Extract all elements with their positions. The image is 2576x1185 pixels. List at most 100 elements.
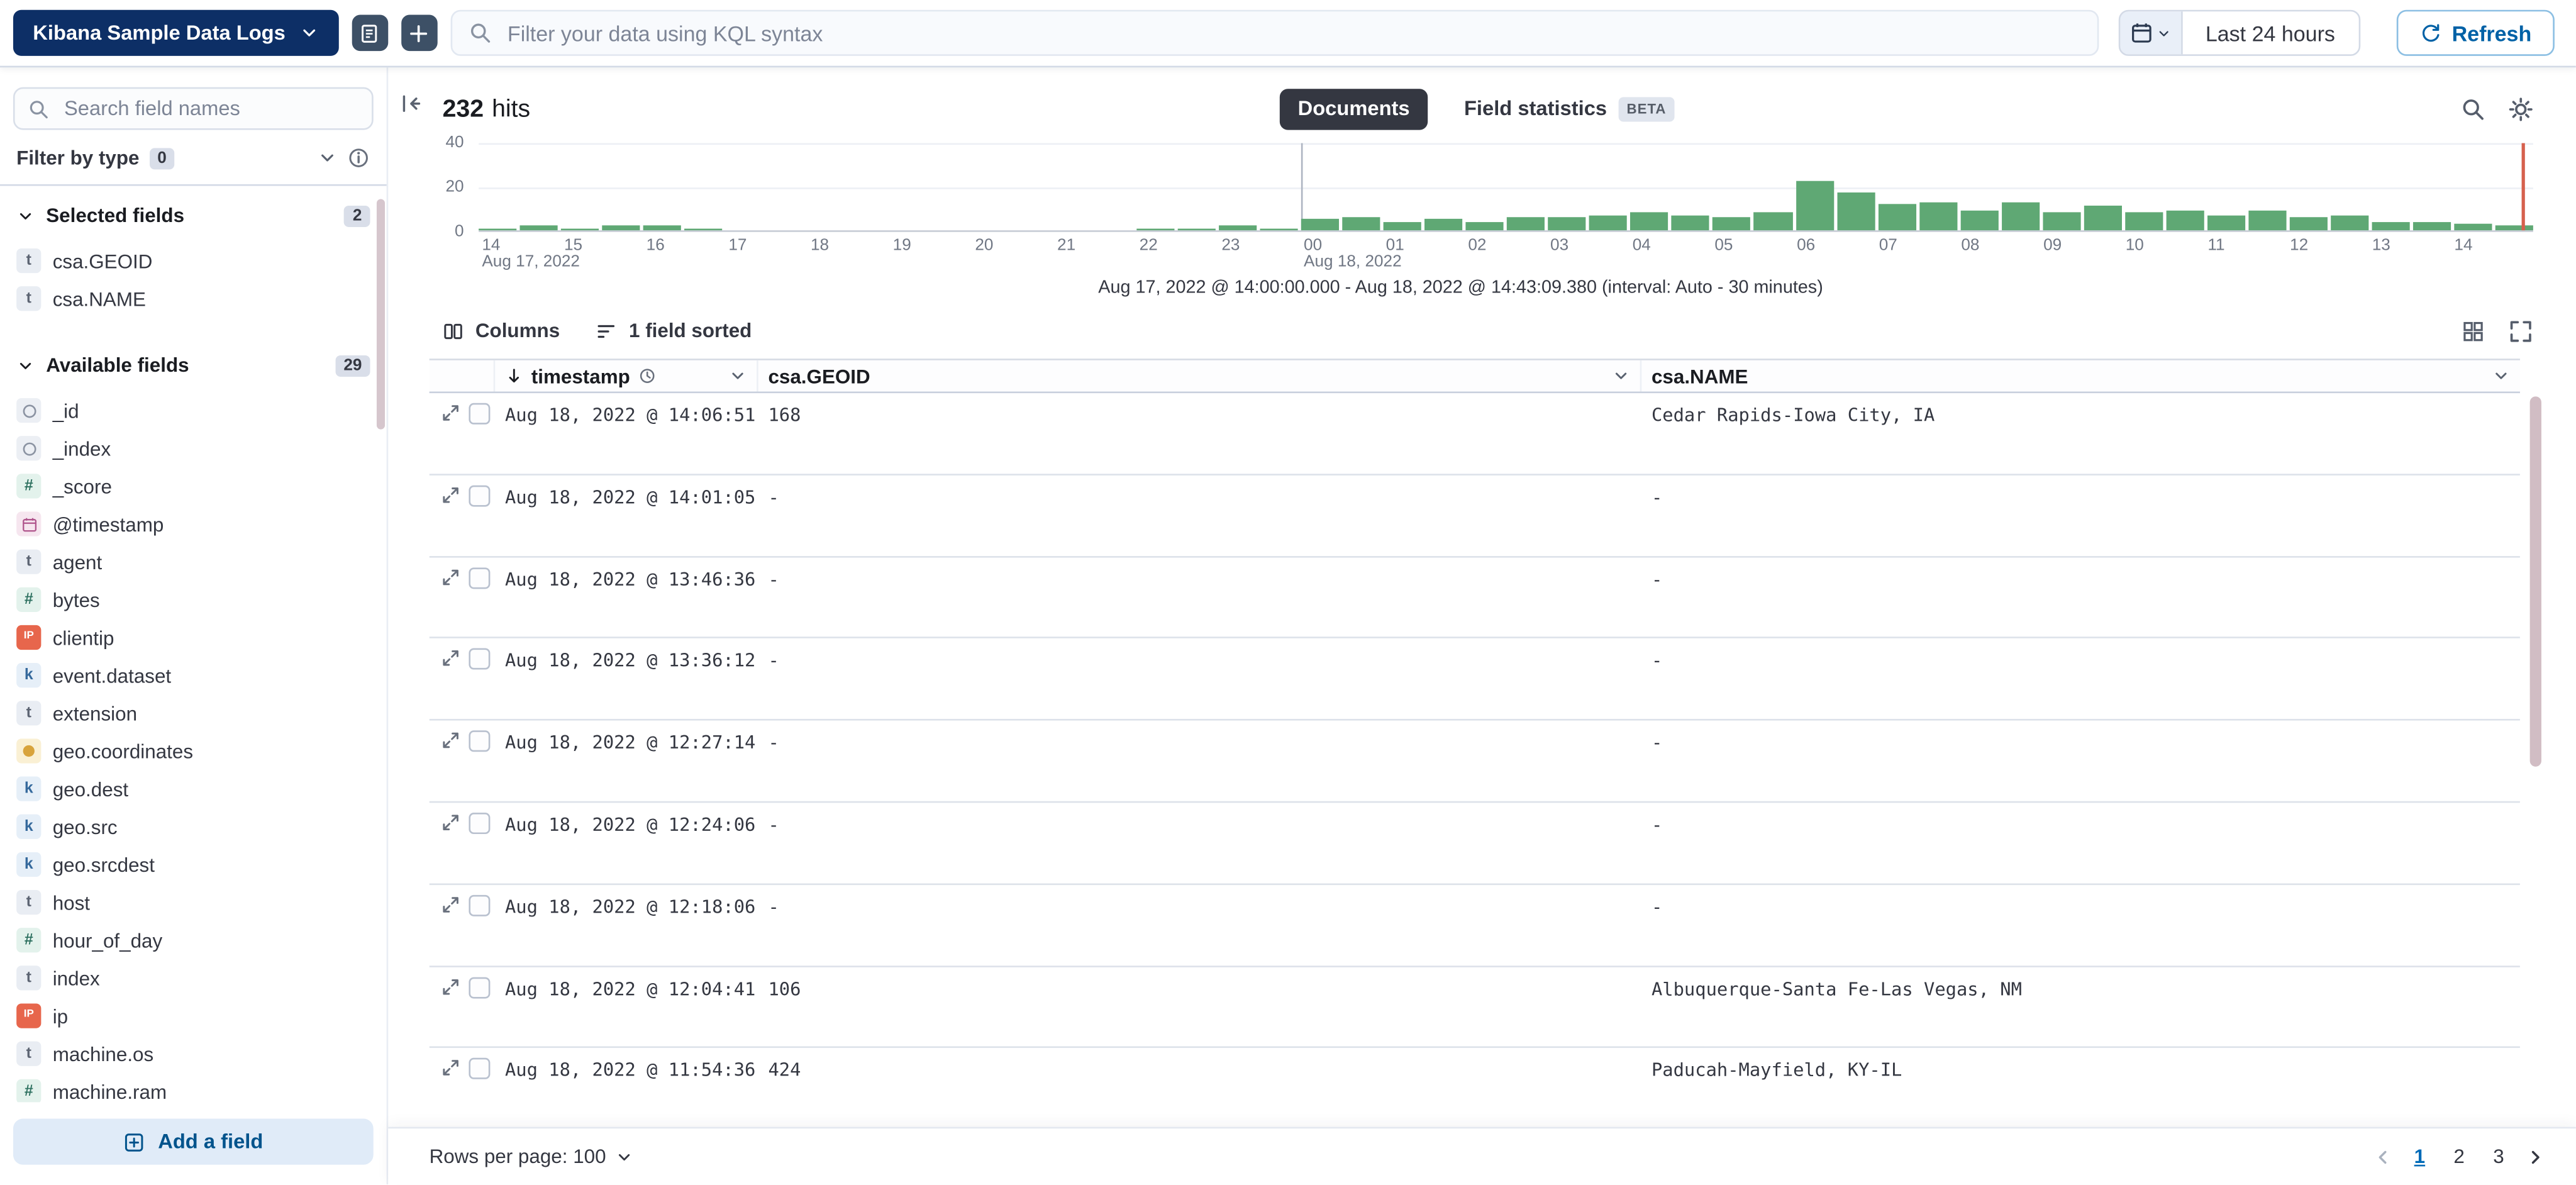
field-search-box[interactable] bbox=[13, 87, 374, 130]
histogram-bar-25[interactable] bbox=[1507, 217, 1545, 230]
field-item-extension[interactable]: textension bbox=[16, 694, 370, 732]
histogram-bar-49[interactable] bbox=[2495, 226, 2533, 230]
field-item-bytes[interactable]: #bytes bbox=[16, 581, 370, 618]
cell-timestamp[interactable]: Aug 18, 2022 @ 12:27:14.527 bbox=[495, 721, 758, 801]
field-item-geo.srcdest[interactable]: kgeo.srcdest bbox=[16, 845, 370, 883]
field-item-_score[interactable]: #_score bbox=[16, 467, 370, 505]
inspect-button[interactable] bbox=[2461, 96, 2485, 121]
field-item-_id[interactable]: _id bbox=[16, 391, 370, 429]
histogram-bar-5[interactable] bbox=[684, 228, 722, 230]
histogram-bar-39[interactable] bbox=[2084, 206, 2121, 230]
histogram-bar-30[interactable] bbox=[1713, 217, 1751, 230]
pagination-page-1[interactable]: 1 bbox=[2402, 1138, 2438, 1175]
field-item-geo.dest[interactable]: kgeo.dest bbox=[16, 770, 370, 808]
columns-button[interactable]: Columns bbox=[443, 319, 560, 342]
display-options-button[interactable] bbox=[2461, 318, 2485, 343]
histogram-bar-4[interactable] bbox=[643, 226, 681, 230]
kql-search-input[interactable] bbox=[504, 19, 2080, 47]
histogram-bar-33[interactable] bbox=[1836, 193, 1874, 230]
pagination-page-2[interactable]: 2 bbox=[2441, 1138, 2477, 1175]
previous-page-button[interactable] bbox=[2368, 1142, 2396, 1170]
histogram-bar-42[interactable] bbox=[2207, 215, 2245, 230]
cell-csa-name[interactable]: Paducah-Mayfield, KY-IL bbox=[1641, 1049, 2520, 1127]
histogram-bar-40[interactable] bbox=[2124, 213, 2162, 230]
row-checkbox[interactable] bbox=[469, 485, 490, 506]
cell-csa-geoid[interactable]: - bbox=[758, 721, 1642, 801]
cell-timestamp[interactable]: Aug 18, 2022 @ 14:06:51.816 bbox=[495, 393, 758, 474]
date-quick-select-button[interactable] bbox=[2120, 11, 2182, 54]
histogram-bar-18[interactable] bbox=[1219, 226, 1257, 230]
histogram-bar-43[interactable] bbox=[2248, 211, 2286, 230]
saved-query-button[interactable] bbox=[351, 15, 387, 52]
time-range-button[interactable]: Last 24 hours bbox=[2182, 11, 2358, 54]
cell-csa-geoid[interactable]: 424 bbox=[758, 1049, 1642, 1127]
field-item-_index[interactable]: _index bbox=[16, 430, 370, 467]
rows-per-page-button[interactable]: Rows per page: 100 bbox=[430, 1145, 634, 1168]
pagination-page-3[interactable]: 3 bbox=[2480, 1138, 2517, 1175]
row-checkbox[interactable] bbox=[469, 403, 490, 425]
row-checkbox[interactable] bbox=[469, 977, 490, 998]
cell-csa-name[interactable]: Cedar Rapids-Iowa City, IA bbox=[1641, 393, 2520, 474]
histogram-bar-16[interactable] bbox=[1137, 228, 1175, 230]
chart-options-button[interactable] bbox=[2509, 96, 2533, 121]
field-list-scroll-area[interactable]: Selected fields 2 tcsa.GEOIDtcsa.NAME Av… bbox=[0, 186, 387, 1103]
row-checkbox[interactable] bbox=[469, 1059, 490, 1080]
expand-row-button[interactable] bbox=[441, 977, 460, 996]
cell-csa-geoid[interactable]: 106 bbox=[758, 967, 1642, 1047]
fullscreen-button[interactable] bbox=[2509, 318, 2533, 343]
kql-query-bar[interactable] bbox=[450, 10, 2098, 56]
field-item-machine.ram[interactable]: #machine.ram bbox=[16, 1072, 370, 1102]
sort-fields-button[interactable]: 1 field sorted bbox=[596, 319, 752, 342]
column-header-csa-name[interactable]: csa.NAME bbox=[1641, 360, 2520, 392]
next-page-button[interactable] bbox=[2522, 1142, 2550, 1170]
expand-row-button[interactable] bbox=[441, 813, 460, 832]
cell-timestamp[interactable]: Aug 18, 2022 @ 12:24:06.875 bbox=[495, 803, 758, 883]
cell-csa-name[interactable]: - bbox=[1641, 557, 2520, 638]
expand-row-button[interactable] bbox=[441, 567, 460, 586]
expand-row-button[interactable] bbox=[441, 485, 460, 504]
histogram-bar-35[interactable] bbox=[1919, 202, 1957, 230]
histogram-bar-46[interactable] bbox=[2372, 221, 2409, 230]
histogram-bar-38[interactable] bbox=[2042, 213, 2080, 230]
field-item-host[interactable]: thost bbox=[16, 884, 370, 921]
cell-csa-geoid[interactable]: - bbox=[758, 885, 1642, 965]
histogram-bar-36[interactable] bbox=[1960, 211, 1998, 230]
selected-fields-header[interactable]: Selected fields 2 bbox=[16, 204, 370, 227]
row-checkbox[interactable] bbox=[469, 894, 490, 916]
sidebar-scrollbar-thumb[interactable] bbox=[377, 199, 385, 429]
histogram-bar-29[interactable] bbox=[1672, 215, 1710, 230]
tab-field-statistics[interactable]: Field statistics BETA bbox=[1454, 94, 1684, 122]
cell-timestamp[interactable]: Aug 18, 2022 @ 11:54:36.220 bbox=[495, 1049, 758, 1127]
cell-csa-name[interactable]: - bbox=[1641, 803, 2520, 883]
field-item-hour_of_day[interactable]: #hour_of_day bbox=[16, 921, 370, 959]
cell-csa-geoid[interactable]: 168 bbox=[758, 393, 1642, 474]
expand-row-button[interactable] bbox=[441, 894, 460, 914]
histogram-bar-22[interactable] bbox=[1384, 221, 1422, 230]
histogram-bar-32[interactable] bbox=[1796, 180, 1833, 230]
refresh-button[interactable]: Refresh bbox=[2396, 10, 2555, 56]
row-checkbox[interactable] bbox=[469, 731, 490, 752]
expand-row-button[interactable] bbox=[441, 649, 460, 669]
histogram-bar-47[interactable] bbox=[2412, 221, 2450, 230]
histogram-bar-41[interactable] bbox=[2166, 211, 2204, 230]
histogram-bar-3[interactable] bbox=[602, 226, 640, 230]
expand-row-button[interactable] bbox=[441, 403, 460, 423]
field-item-@timestamp[interactable]: @timestamp bbox=[16, 505, 370, 543]
filter-by-type-row[interactable]: Filter by type 0 bbox=[16, 147, 370, 170]
histogram-bar-1[interactable] bbox=[520, 226, 558, 230]
expand-row-button[interactable] bbox=[441, 731, 460, 750]
tab-documents[interactable]: Documents bbox=[1280, 88, 1428, 129]
histogram-bar-17[interactable] bbox=[1178, 228, 1216, 230]
info-icon[interactable] bbox=[347, 147, 370, 170]
histogram-bar-27[interactable] bbox=[1590, 215, 1628, 230]
histogram-bar-2[interactable] bbox=[561, 228, 599, 230]
row-checkbox[interactable] bbox=[469, 567, 490, 588]
cell-timestamp[interactable]: Aug 18, 2022 @ 13:36:12.692 bbox=[495, 639, 758, 720]
histogram-bar-44[interactable] bbox=[2289, 217, 2327, 230]
cell-timestamp[interactable]: Aug 18, 2022 @ 13:46:36.315 bbox=[495, 557, 758, 638]
expand-row-button[interactable] bbox=[441, 1059, 460, 1078]
field-item-csa.GEOID[interactable]: tcsa.GEOID bbox=[16, 242, 370, 279]
histogram-bar-37[interactable] bbox=[2001, 202, 2039, 230]
histogram-bar-20[interactable] bbox=[1302, 220, 1340, 230]
histogram-bar-45[interactable] bbox=[2330, 215, 2368, 230]
